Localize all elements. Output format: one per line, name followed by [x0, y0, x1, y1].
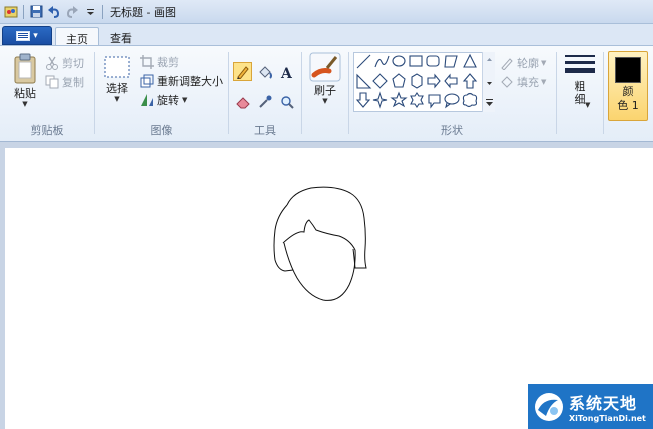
- brushes-button[interactable]: 刷子 ▼: [305, 52, 345, 105]
- color1-label-line2: 色 1: [617, 99, 639, 112]
- window-title: 无标题 - 画图: [110, 5, 176, 19]
- brushes-dropdown-icon[interactable]: ▼: [322, 97, 327, 105]
- paste-button[interactable]: 粘贴 ▼: [8, 53, 42, 108]
- outline-dropdown-icon[interactable]: ▼: [541, 59, 546, 67]
- ribbon-tabs: ▾ 主页 查看: [0, 24, 653, 46]
- resize-button[interactable]: 重新调整大小: [140, 72, 223, 90]
- outline-button[interactable]: 轮廓 ▼: [500, 54, 546, 72]
- color1-swatch: [615, 57, 641, 83]
- select-button[interactable]: 选择 ▼: [101, 54, 133, 103]
- magnifier-icon: [280, 95, 294, 109]
- rotate-icon: [141, 94, 153, 106]
- resize-icon: [140, 74, 154, 88]
- scissors-icon: [46, 56, 58, 70]
- select-label: 选择: [106, 82, 128, 95]
- title-bar: 无标题 - 画图: [0, 0, 653, 24]
- ribbon: 粘贴 ▼ 剪切 复制 剪贴板 选择 ▼ 裁剪 重新调整大小 旋转 ▼ 图像 A …: [0, 45, 653, 142]
- shapes-group-label: 形状: [441, 124, 463, 137]
- tools-group: A 工具: [229, 48, 301, 141]
- text-tool[interactable]: A: [277, 62, 296, 81]
- fill-shape-button[interactable]: 填充 ▼: [500, 73, 546, 91]
- rotate-dropdown-icon[interactable]: ▼: [182, 96, 187, 104]
- brushes-label: 刷子: [314, 84, 336, 97]
- globe-logo-icon: [535, 392, 563, 421]
- line-width-icon: [565, 55, 595, 73]
- brush-icon: [309, 52, 341, 82]
- size-dropdown-icon[interactable]: ▼: [585, 101, 590, 109]
- group-divider: [603, 52, 604, 134]
- resize-label: 重新调整大小: [157, 75, 223, 88]
- group-divider: [348, 52, 349, 134]
- fill-shape-label: 填充: [517, 76, 539, 89]
- pencil-icon: [236, 65, 249, 79]
- fill-dropdown-icon[interactable]: ▼: [541, 78, 546, 86]
- watermark-main-text: 系统天地: [569, 394, 638, 413]
- file-menu-icon: [16, 30, 31, 41]
- site-watermark: 系统天地 XiTongTianDi.net: [528, 384, 653, 429]
- outline-label: 轮廓: [517, 57, 539, 70]
- rotate-button[interactable]: 旋转 ▼: [140, 91, 187, 109]
- save-icon[interactable]: [27, 3, 45, 21]
- select-dropdown-icon[interactable]: ▼: [114, 95, 119, 103]
- group-divider: [556, 52, 557, 134]
- size-button[interactable]: 粗 细 ▼: [561, 52, 599, 109]
- size-label: 粗 细: [574, 80, 586, 106]
- shapes-gallery: [353, 52, 495, 112]
- pencil-tool[interactable]: [233, 62, 252, 81]
- fill-bucket-icon: [501, 76, 513, 88]
- image-group: 选择 ▼ 裁剪 重新调整大小 旋转 ▼ 图像: [95, 48, 228, 141]
- qat-divider: [102, 4, 103, 19]
- color-picker-tool[interactable]: [255, 92, 274, 111]
- eraser-tool[interactable]: [233, 92, 252, 111]
- copy-label: 复制: [62, 76, 84, 89]
- clipboard-group: 粘贴 ▼ 剪切 复制 剪贴板: [0, 48, 94, 141]
- customize-qat-icon[interactable]: [81, 3, 99, 21]
- undo-icon[interactable]: [45, 3, 63, 21]
- group-divider: [301, 52, 302, 134]
- paste-icon: [14, 53, 36, 84]
- file-menu-arrow-icon: ▾: [33, 30, 38, 41]
- paint-app-icon[interactable]: [2, 3, 20, 21]
- paste-label: 粘贴: [14, 87, 36, 100]
- redo-icon[interactable]: [63, 3, 81, 21]
- text-a-icon: A: [280, 66, 293, 79]
- tools-group-label: 工具: [254, 124, 276, 137]
- outline-pen-icon: [501, 58, 513, 70]
- shapes-scroll-arrows: [486, 58, 493, 106]
- rotate-label: 旋转: [157, 94, 179, 107]
- cut-label: 剪切: [62, 57, 84, 70]
- magnifier-tool[interactable]: [277, 92, 296, 111]
- shapes-icons: [355, 53, 478, 109]
- fill-tool[interactable]: [255, 62, 274, 81]
- eraser-icon: [235, 96, 250, 108]
- crop-icon: [140, 55, 154, 69]
- image-group-label: 图像: [150, 124, 173, 137]
- paste-dropdown-icon[interactable]: ▼: [22, 100, 27, 108]
- file-menu-button[interactable]: ▾: [2, 26, 52, 45]
- svg-text:A: A: [280, 66, 293, 79]
- cut-button[interactable]: 剪切: [45, 54, 84, 72]
- copy-icon: [45, 75, 59, 89]
- color1-label-line1: 颜: [622, 85, 634, 98]
- shapes-scrollbar[interactable]: [482, 52, 495, 112]
- tab-view[interactable]: 查看: [100, 27, 142, 46]
- quick-access-toolbar: [0, 0, 106, 24]
- select-icon: [104, 56, 130, 78]
- copy-button[interactable]: 复制: [45, 73, 84, 91]
- watermark-sub-text: XiTongTianDi.net: [569, 414, 646, 423]
- qat-divider: [23, 4, 24, 19]
- clipboard-group-label: 剪贴板: [30, 124, 64, 137]
- eyedropper-icon: [258, 95, 271, 108]
- crop-button[interactable]: 裁剪: [140, 53, 179, 71]
- paint-bucket-icon: [258, 65, 272, 79]
- tab-home[interactable]: 主页: [55, 27, 99, 46]
- color1-button[interactable]: 颜 色 1: [608, 51, 648, 121]
- crop-label: 裁剪: [157, 56, 179, 69]
